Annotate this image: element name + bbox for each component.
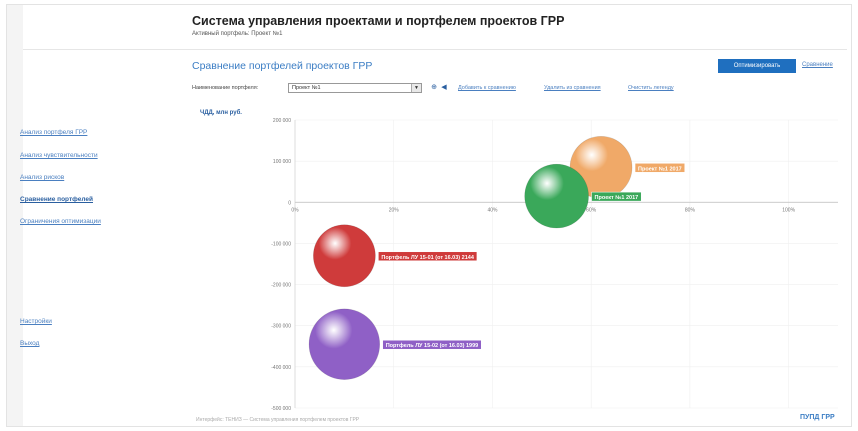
y-tick-label: -400 000 — [271, 365, 291, 371]
x-tick-label: 20% — [389, 207, 400, 213]
sidebar-item-settings[interactable]: Настройки — [20, 318, 52, 325]
y-tick-label: 200 000 — [273, 118, 291, 124]
add-to-compare-link[interactable]: Добавить к сравнению — [458, 85, 516, 91]
bubble-chart: 200 000 100 000 0 -100 000 -200 000 -300 000 -… — [271, 118, 838, 412]
y-tick-label: -500 000 — [271, 406, 291, 412]
sidebar-item-risks[interactable]: Анализ рисков — [20, 174, 64, 181]
bubble — [313, 224, 376, 288]
x-tick-label: 60% — [586, 207, 597, 213]
app-subtitle: Активный портфель: Проект №1 — [192, 31, 283, 37]
bubble-label: Проект №1 2017 — [638, 166, 682, 172]
y-tick-label: -100 000 — [271, 241, 291, 247]
remove-icon[interactable]: ◀ — [440, 83, 448, 92]
x-tick-label: 100% — [782, 207, 795, 213]
app-header: Система управления проектами и портфелем… — [192, 14, 564, 37]
portfolio-select[interactable]: Проект №1 ▼ — [288, 83, 422, 93]
chart-bubbles: Проект №1 2017 Проект №1 2017 Портфель ЛУ … — [308, 136, 685, 380]
sidebar-item-optimization-constraints[interactable]: Ограничения оптимизации — [20, 218, 101, 225]
optimize-button[interactable]: Оптимизировать — [718, 59, 796, 73]
chart-grid — [294, 119, 838, 409]
bubble-label: Портфель ЛУ 15-01 (от 16.03) 2144 — [381, 254, 474, 261]
portfolio-select-label: Наименование портфеля: — [192, 85, 259, 91]
portfolio-select-value: Проект №1 — [292, 85, 321, 91]
x-tick-label: 40% — [487, 207, 498, 213]
add-circle-icon[interactable]: ⊕ — [430, 83, 438, 92]
chevron-down-icon[interactable]: ▼ — [411, 84, 421, 92]
y-tick-label: 0 — [288, 200, 291, 206]
app-title: Система управления проектами и портфелем… — [192, 14, 565, 28]
footer-text: Интерфейс: ТЕНИЗ — Система управления по… — [196, 417, 360, 423]
x-tick-label: 80% — [685, 207, 696, 213]
y-tick-label: 100 000 — [273, 159, 291, 165]
left-strip — [7, 5, 23, 426]
clear-legend-link[interactable]: Очистить легенду — [628, 85, 674, 91]
sidebar-item-sensitivity[interactable]: Анализ чувствительности — [20, 152, 98, 159]
sidebar-item-exit[interactable]: Выход — [20, 340, 39, 347]
header-divider — [23, 49, 847, 50]
remove-from-compare-link[interactable]: Удалить из сравнения — [544, 85, 601, 91]
page-title: Сравнение портфелей проектов ГРР — [192, 60, 373, 72]
sidebar-item-compare-portfolios[interactable]: Сравнение портфелей — [20, 196, 93, 203]
footer-brand: ПУПД ГРР — [800, 414, 835, 421]
bubble — [524, 163, 589, 229]
compare-link[interactable]: Сравнение — [802, 62, 833, 68]
y-tick-label: -300 000 — [271, 324, 291, 330]
bubble-label: Проект №1 2017 — [595, 195, 639, 201]
bubble-label: Портфель ЛУ 15-02 (от 16.03) 1999 — [386, 342, 479, 349]
bubble — [308, 308, 381, 380]
y-tick-label: -200 000 — [271, 283, 291, 289]
sidebar-item-portfolio-analysis[interactable]: Анализ портфеля ГРР — [20, 129, 87, 136]
